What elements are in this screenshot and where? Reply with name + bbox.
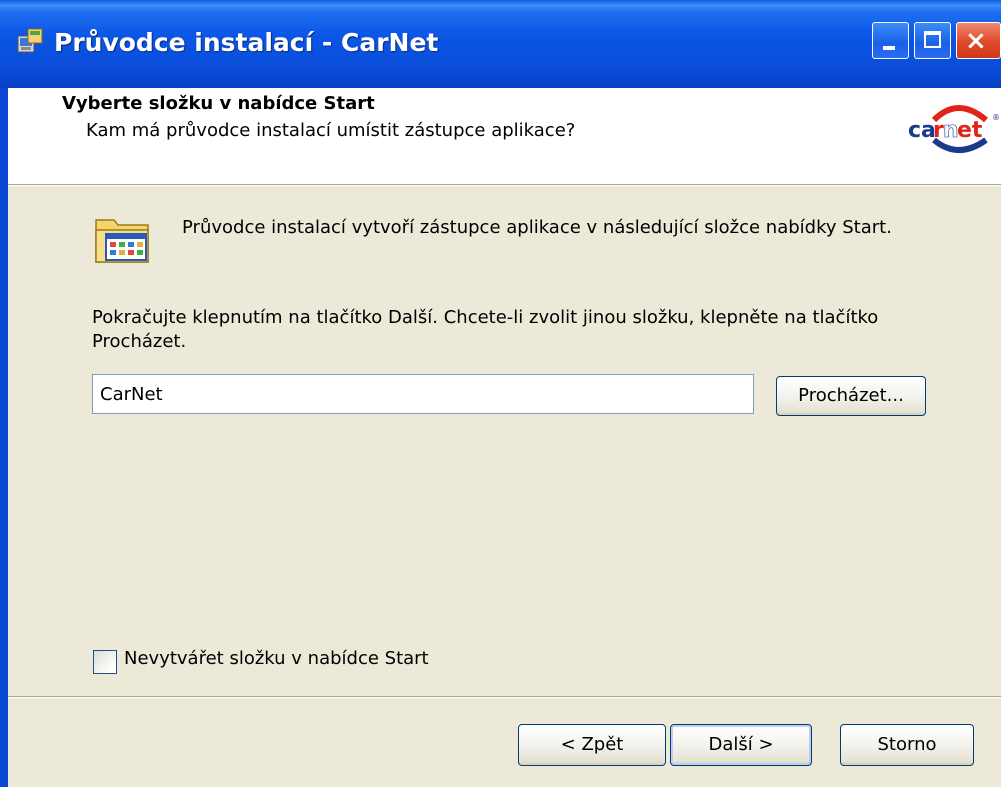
start-menu-folder-input[interactable]: [92, 374, 754, 414]
installer-icon: [17, 28, 43, 53]
close-icon: ×: [965, 26, 987, 56]
title-bar[interactable]: Průvodce instalací - CarNet ×: [0, 0, 1001, 88]
svg-text:®: ®: [992, 113, 1000, 122]
minimize-icon: [883, 46, 895, 50]
no-start-folder-label[interactable]: Nevytvářet složku v nabídce Start: [124, 648, 429, 669]
next-button[interactable]: Další >: [670, 724, 812, 766]
window-frame-left: [0, 88, 8, 787]
carnet-logo: ca r n et ®: [908, 105, 1000, 153]
instruction-text: Pokračujte klepnutím na tlačítko Další. …: [92, 307, 879, 352]
cancel-button-label: Storno: [877, 734, 937, 755]
footer-divider-highlight: [8, 697, 1001, 698]
maximize-icon: [924, 31, 941, 48]
page-subtitle: Kam má průvodce instalací umístit zástup…: [86, 120, 576, 141]
svg-text:ca: ca: [908, 118, 936, 143]
window-title: Průvodce instalací - CarNet: [54, 28, 439, 57]
minimize-button[interactable]: [872, 22, 909, 59]
no-start-folder-checkbox[interactable]: [93, 650, 117, 674]
browse-button-label: Procházet...: [798, 385, 904, 406]
back-button[interactable]: < Zpět: [518, 724, 666, 766]
close-button[interactable]: ×: [956, 22, 1001, 59]
header-divider-highlight: [8, 185, 1001, 186]
wizard-header: Vyberte složku v nabídce Start Kam má pr…: [8, 88, 1001, 184]
browse-button[interactable]: Procházet...: [776, 376, 926, 416]
page-title: Vyberte složku v nabídce Start: [62, 93, 375, 114]
info-text: Průvodce instalací vytvoří zástupce apli…: [182, 217, 892, 238]
cancel-button[interactable]: Storno: [840, 724, 974, 766]
svg-text:et: et: [957, 118, 983, 143]
maximize-button[interactable]: [914, 22, 951, 59]
program-folder-icon: [95, 219, 149, 263]
next-button-label: Další >: [708, 734, 774, 755]
back-button-label: < Zpět: [560, 734, 624, 755]
